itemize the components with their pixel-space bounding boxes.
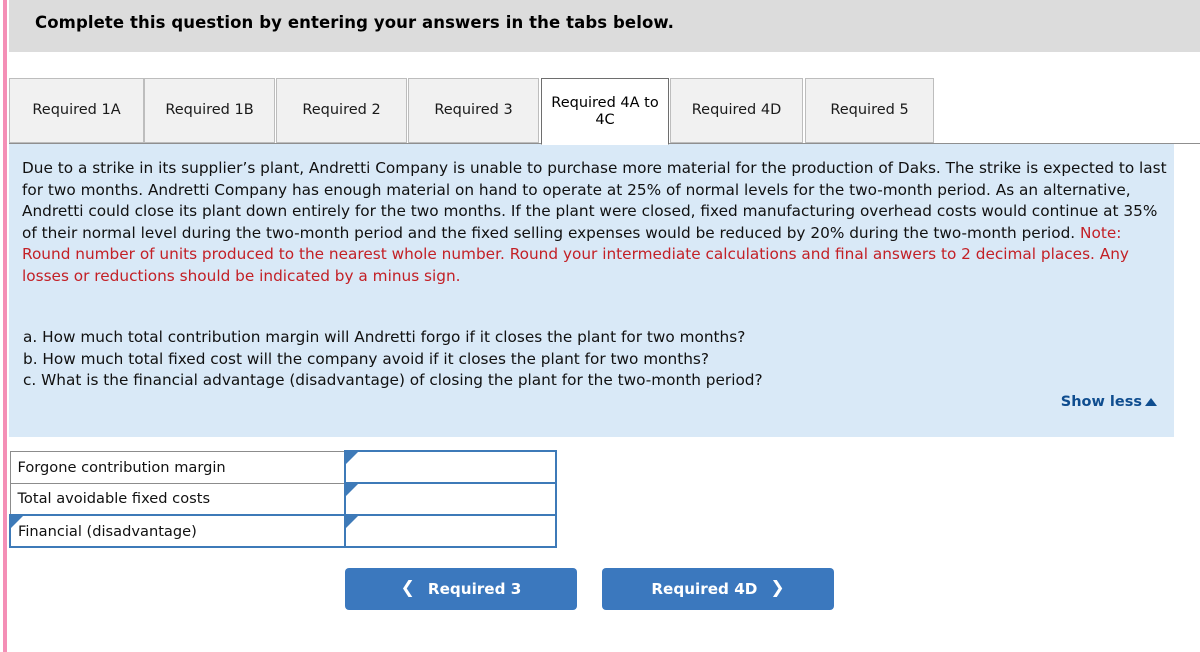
instruction-banner: Complete this question by entering your … [9,0,1200,52]
show-less-label: Show less [1060,394,1142,410]
question-subpart: c. What is the financial advantage (disa… [23,371,763,389]
previous-tab-label: Required 3 [427,580,522,598]
cell-marker-icon [11,516,23,528]
next-tab-label: Required 4D [651,580,758,598]
question-subparts: a. How much total contribution margin wi… [23,327,1123,392]
chevron-left-icon: ❮ [400,577,415,598]
answer-input[interactable] [345,484,555,514]
cell-marker-icon [345,484,358,496]
tab-required-1b[interactable]: Required 1B [144,78,275,143]
answer-row-label-text: Financial (disadvantage) [18,522,197,540]
show-less-toggle[interactable]: Show less [1061,394,1157,410]
question-subpart: a. How much total contribution margin wi… [23,328,746,346]
answer-row-label-text: Total avoidable fixed costs [17,490,211,508]
next-tab-button[interactable]: Required 4D ❯ [602,568,834,610]
table-row: Financial (disadvantage) [9,514,558,548]
table-row: Forgone contribution margin [9,450,558,484]
previous-tab-button[interactable]: ❮ Required 3 [345,568,577,610]
question-panel: Due to a strike in its supplier’s plant,… [9,144,1174,437]
tab-required-4d[interactable]: Required 4D [670,78,803,143]
caret-up-icon [1145,398,1157,406]
answer-input-cell[interactable] [343,450,558,484]
tab-required-4a-to-4c[interactable]: Required 4A to 4C [541,78,669,145]
tab-strip: Required 1A Required 1B Required 2 Required… [9,78,1200,145]
tab-required-5[interactable]: Required 5 [805,78,934,143]
tab-required-1a[interactable]: Required 1A [9,78,144,143]
answer-row-label: Financial (disadvantage) [9,514,346,548]
answer-row-label-text: Forgone contribution margin [17,458,226,476]
left-accent-stripe [3,0,7,652]
answer-input[interactable] [345,516,555,546]
cell-marker-icon [345,516,358,528]
tab-required-3[interactable]: Required 3 [408,78,539,143]
table-row: Total avoidable fixed costs [9,482,558,516]
question-body: Due to a strike in its supplier’s plant,… [22,159,1167,242]
chevron-right-icon: ❯ [770,577,785,598]
answer-input-cell[interactable] [343,514,558,548]
page-title: Complete this question by entering your … [35,13,675,32]
tab-required-2[interactable]: Required 2 [276,78,407,143]
answer-table: Forgone contribution margin Total avoidab… [9,450,558,548]
question-subpart: b. How much total fixed cost will the co… [23,349,709,368]
answer-input-cell[interactable] [343,482,558,516]
answer-row-label: Total avoidable fixed costs [9,482,346,516]
question-text: Due to a strike in its supplier’s plant,… [22,158,1170,287]
cell-marker-icon [345,452,358,464]
answer-input[interactable] [345,452,555,482]
answer-row-label: Forgone contribution margin [9,450,346,484]
